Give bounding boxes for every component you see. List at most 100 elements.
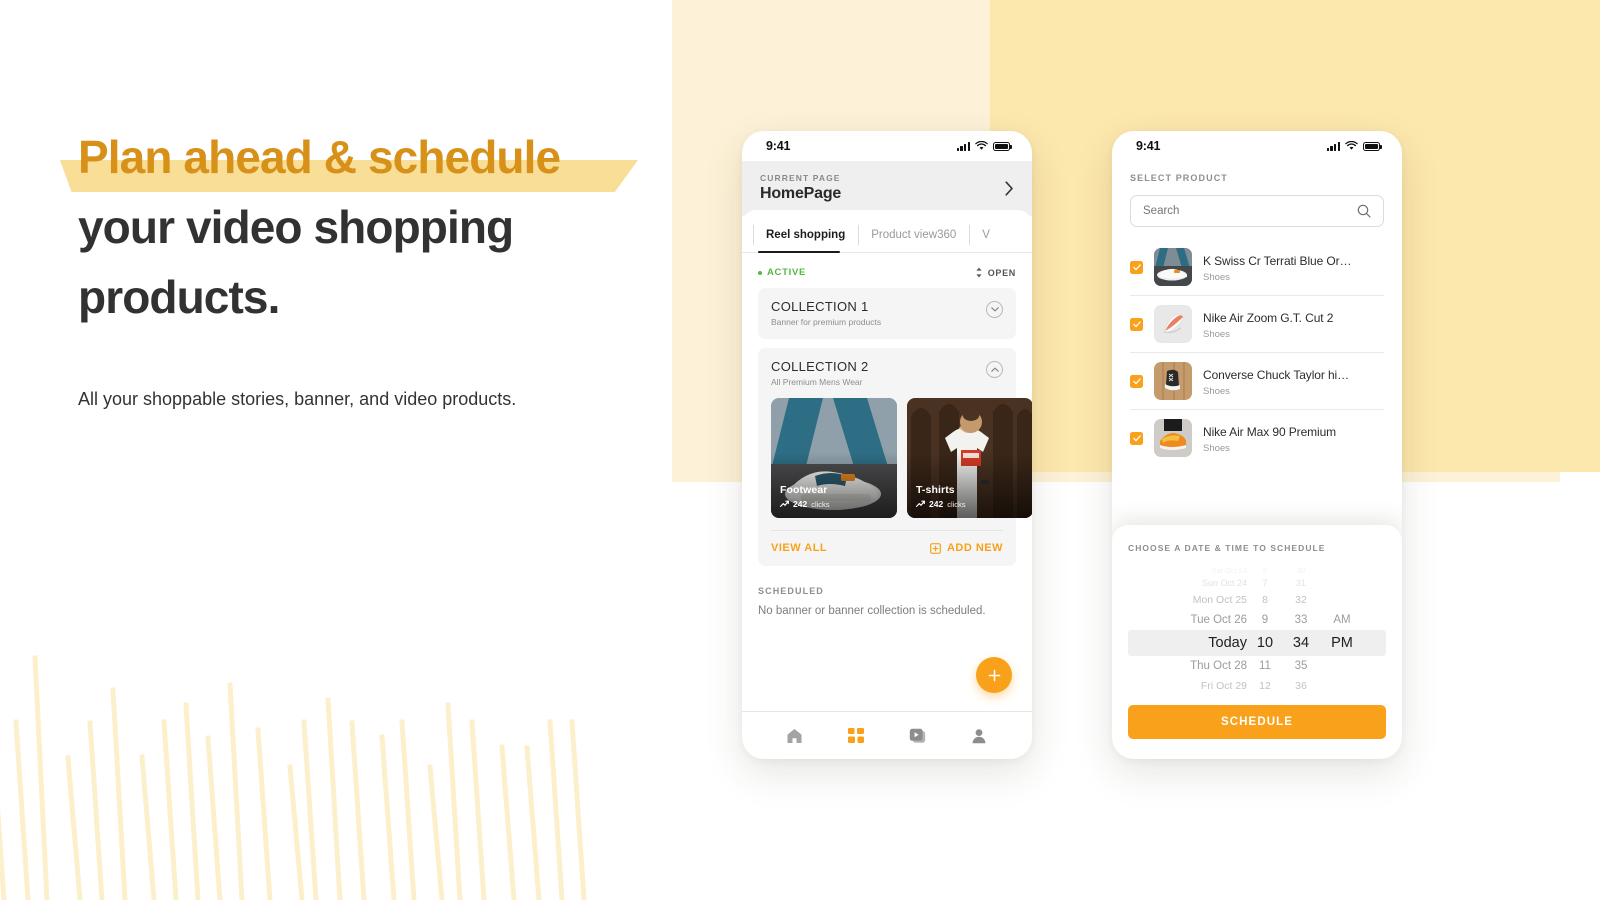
collection-card-2[interactable]: COLLECTION 2 All Premium Mens Wear Footw… — [758, 348, 1032, 566]
phone-mockup-banners: 9:41 CURRENT PAGE HomePage Reel shopping… — [742, 131, 1032, 759]
thumb-name-footwear: Footwear — [780, 484, 828, 496]
collection-2-title: COLLECTION 2 — [771, 359, 869, 374]
tabbar-video-button[interactable] — [903, 721, 933, 751]
product-checkbox-3[interactable] — [1130, 374, 1143, 388]
product-checkbox-4[interactable] — [1130, 431, 1143, 445]
thumb-meta-footwear: Footwear 242 clicks — [780, 484, 830, 509]
current-page-header[interactable]: CURRENT PAGE HomePage — [742, 161, 1032, 216]
bottom-tab-bar — [742, 711, 1032, 759]
thumb-clicks-footwear: 242 clicks — [780, 499, 830, 509]
product-row-1[interactable]: K Swiss Cr Terrati Blue Or… Shoes — [1130, 239, 1384, 296]
banner-thumb-tshirts[interactable]: T-shirts 242 clicks — [907, 398, 1032, 518]
product-name-2: Nike Air Zoom G.T. Cut 2 — [1203, 310, 1334, 325]
current-page-label: CURRENT PAGE — [760, 173, 841, 183]
thumb-clicks-unit-tshirts: clicks — [947, 499, 966, 509]
picker-row-0[interactable]: Sat Oct 23 6 30 — [1128, 565, 1386, 576]
collection-card-2-head: COLLECTION 2 All Premium Mens Wear — [771, 359, 1003, 387]
add-new-label: ADD NEW — [946, 542, 1003, 554]
select-product-label: SELECT PRODUCT — [1130, 173, 1228, 183]
phone-mockup-select-product: 9:41 SELECT PRODUCT Search K Swiss Cr Te… — [1112, 131, 1402, 759]
tab-reel-shopping[interactable]: Reel shopping — [753, 218, 858, 252]
banner-thumb-footwear[interactable]: Footwear 242 clicks — [771, 398, 897, 518]
product-name-4: Nike Air Max 90 Premium — [1203, 424, 1337, 439]
search-input[interactable] — [1143, 205, 1337, 217]
product-row-2[interactable]: Nike Air Zoom G.T. Cut 2 Shoes — [1130, 296, 1384, 353]
picker-hour-1: 7 — [1262, 578, 1268, 588]
chevron-up-circle-icon[interactable] — [986, 361, 1003, 378]
wifi-icon — [975, 141, 988, 150]
picker-hour-5: 11 — [1259, 660, 1271, 672]
tabbar-home-button[interactable] — [780, 721, 810, 751]
tab-product-view360[interactable]: Product view360 — [858, 218, 969, 252]
tabbar-profile-button[interactable] — [964, 721, 994, 751]
status-bar-2: 9:41 — [1112, 131, 1402, 161]
picker-row-6[interactable]: Fri Oct 29 12 36 — [1128, 676, 1386, 689]
sort-updown-icon — [976, 267, 982, 278]
schedule-bottom-sheet: CHOOSE A DATE & TIME TO SCHEDULE Sat Oct… — [1112, 525, 1402, 759]
status-filter-row: ACTIVE OPEN — [758, 253, 1016, 288]
picker-row-5[interactable]: Thu Oct 28 11 35 — [1128, 656, 1386, 676]
schedule-button[interactable]: SCHEDULE — [1128, 705, 1386, 739]
picker-date-6: Fri Oct 29 — [1200, 680, 1247, 689]
converse-shoe-image — [1154, 362, 1192, 400]
collection-2-subtitle: All Premium Mens Wear — [771, 377, 863, 387]
grid-icon — [848, 728, 865, 743]
datetime-picker[interactable]: Sat Oct 23 6 30 Sun Oct 24 7 31 Mon Oct … — [1128, 565, 1386, 689]
product-row-3[interactable]: Converse Chuck Taylor hi… Shoes — [1130, 353, 1384, 410]
product-list: K Swiss Cr Terrati Blue Or… Shoes Nike A… — [1130, 239, 1384, 466]
picker-hour-0: 6 — [1262, 566, 1268, 575]
product-category-1: Shoes — [1203, 271, 1230, 283]
collection-card-1-text: COLLECTION 1 Banner for premium products — [771, 299, 881, 327]
status-dot-icon — [758, 270, 762, 275]
status-icons-2 — [1326, 141, 1382, 151]
tab-partial-right[interactable]: V — [969, 218, 1003, 252]
sort-open-label: OPEN — [987, 267, 1016, 278]
picker-row-1[interactable]: Sun Oct 24 7 31 — [1128, 576, 1386, 590]
picker-row-selected[interactable]: Today 10 34 PM — [1128, 630, 1386, 656]
thumb-clicks-unit-footwear: clicks — [811, 499, 830, 509]
product-category-3: Shoes — [1203, 385, 1230, 397]
product-thumb-1 — [1154, 248, 1192, 286]
status-badge-active[interactable]: ACTIVE — [758, 267, 806, 278]
collection-card-1[interactable]: COLLECTION 1 Banner for premium products — [758, 288, 1016, 339]
wifi-icon — [1345, 141, 1358, 150]
add-new-button[interactable]: ADD NEW — [930, 542, 1003, 554]
check-icon — [1132, 320, 1141, 327]
product-row-4[interactable]: Nike Air Max 90 Premium Shoes — [1130, 410, 1384, 466]
product-checkbox-2[interactable] — [1130, 317, 1143, 331]
sort-open-button[interactable]: OPEN — [975, 267, 1016, 278]
view-all-button[interactable]: VIEW ALL — [771, 542, 827, 554]
chevron-down-circle-icon[interactable] — [986, 301, 1003, 318]
search-box[interactable] — [1130, 195, 1384, 227]
picker-hour-6: 12 — [1259, 680, 1271, 689]
collection-2-thumbnails: Footwear 242 clicks T-shirts 242 clicks — [771, 398, 1032, 518]
picker-row-2[interactable]: Mon Oct 25 8 32 — [1128, 590, 1386, 610]
picker-row-3[interactable]: Tue Oct 26 9 33 AM — [1128, 610, 1386, 630]
product-checkbox-1[interactable] — [1130, 260, 1143, 274]
add-fab-button[interactable] — [976, 657, 1012, 693]
nike-airmax-image — [1154, 419, 1192, 457]
headline: Plan ahead & schedule your video shoppin… — [60, 122, 658, 332]
search-icon[interactable] — [1357, 204, 1371, 218]
product-thumb-3 — [1154, 362, 1192, 400]
video-icon — [910, 728, 926, 743]
status-time: 9:41 — [766, 139, 791, 153]
picker-hour-2: 8 — [1262, 594, 1268, 606]
tab-active-underline — [758, 250, 840, 253]
collection-1-title: COLLECTION 1 — [771, 299, 869, 314]
headline-line-2: your video shopping — [78, 201, 514, 253]
chevron-right-icon[interactable] — [1005, 180, 1014, 196]
product-text-2: Nike Air Zoom G.T. Cut 2 Shoes — [1203, 309, 1333, 340]
collection-1-subtitle: Banner for premium products — [771, 317, 882, 327]
tabbar-grid-button[interactable] — [841, 721, 871, 751]
battery-icon — [1363, 141, 1382, 151]
picker-minute-1: 31 — [1295, 578, 1306, 588]
picker-date-5: Thu Oct 28 — [1190, 660, 1247, 672]
current-page-title: HomePage — [760, 185, 842, 202]
battery-icon — [993, 141, 1012, 151]
signal-bars-icon — [1326, 141, 1340, 151]
thumb-clicks-count-tshirts: 242 — [929, 499, 944, 509]
signal-bars-icon — [956, 141, 970, 151]
product-text-3: Converse Chuck Taylor hi… Shoes — [1203, 366, 1349, 397]
hero-copy: Plan ahead & schedule your video shoppin… — [60, 122, 658, 415]
